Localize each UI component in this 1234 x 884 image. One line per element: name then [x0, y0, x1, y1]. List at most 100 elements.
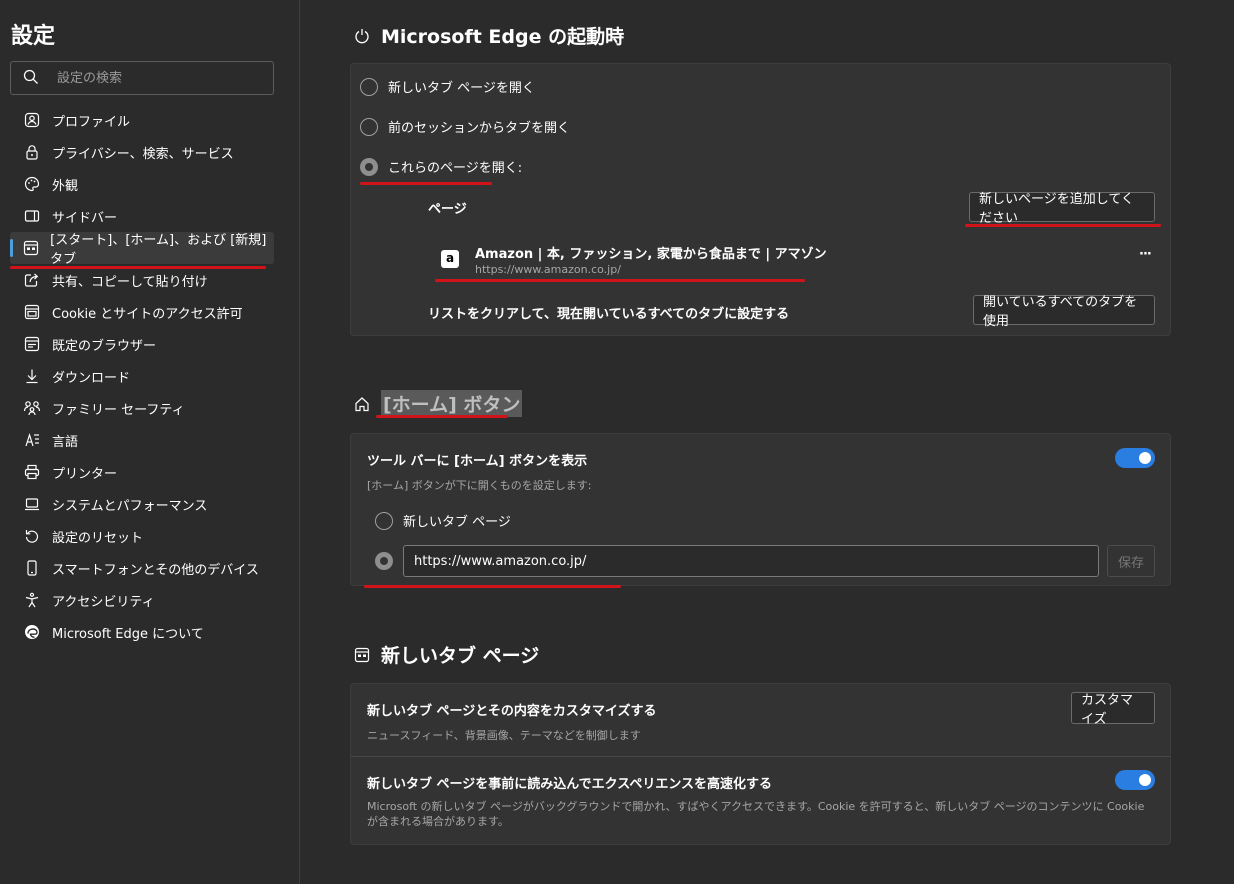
nav-item-default-browser[interactable]: 既定のブラウザー	[10, 328, 274, 360]
nav-label: 外観	[52, 178, 79, 194]
annotation-underline	[965, 224, 1161, 227]
settings-main: Microsoft Edge の起動時 新しいタブ ページを開く 前のセッション…	[300, 0, 1234, 884]
nav-label: 既定のブラウザー	[52, 338, 157, 354]
settings-sidebar: 設定 プロファイル プライバシー、検索、サービス 外観 サイドバー [スタート]…	[0, 0, 300, 884]
option-label: 前のセッションからタブを開く	[388, 121, 571, 136]
save-button[interactable]: 保存	[1107, 545, 1155, 577]
radio-button[interactable]	[375, 511, 393, 530]
startup-option-specific-pages[interactable]: これらのページを開く:	[360, 157, 522, 176]
use-all-tabs-button[interactable]: 開いているすべてのタブを使用	[973, 295, 1155, 329]
page-url: https://www.amazon.co.jp/	[475, 263, 621, 276]
option-label: 新しいタブ ページ	[403, 515, 511, 530]
profile-icon	[22, 110, 42, 130]
nav-label: 言語	[52, 434, 79, 450]
customize-description: ニュースフィード、背景画像、テーマなどを制御します	[367, 729, 641, 742]
phone-icon	[22, 558, 42, 578]
sidebar-icon	[22, 206, 42, 226]
page-title: Amazon | 本, ファッション, 家電から食品まで | アマゾン	[475, 247, 827, 262]
clear-list-label: リストをクリアして、現在開いているすべてのタブに設定する	[428, 307, 790, 322]
sidebar-title: 設定	[11, 24, 56, 49]
nav-label: アクセシビリティ	[52, 594, 155, 610]
home-option-newtab[interactable]: 新しいタブ ページ	[375, 511, 511, 530]
power-icon	[352, 26, 372, 46]
startup-title: Microsoft Edge の起動時	[381, 26, 625, 48]
radio-button-selected[interactable]	[375, 552, 393, 570]
nav-item-about-edge[interactable]: Microsoft Edge について	[10, 616, 274, 648]
family-icon	[22, 398, 42, 418]
nav-item-profile[interactable]: プロファイル	[10, 104, 274, 136]
customize-label: 新しいタブ ページとその内容をカスタマイズする	[367, 704, 657, 719]
home-icon	[352, 394, 372, 414]
nav-item-family-safety[interactable]: ファミリー セーフティ	[10, 392, 274, 424]
nav-label: ダウンロード	[52, 370, 131, 386]
laptop-icon	[22, 494, 42, 514]
nav-label: システムとパフォーマンス	[52, 498, 208, 514]
nav-label: プロファイル	[52, 114, 131, 130]
nav-label: サイドバー	[52, 210, 118, 226]
annotation-underline	[435, 279, 805, 282]
preload-toggle[interactable]	[1115, 770, 1155, 790]
nav-label: ファミリー セーフティ	[52, 402, 185, 418]
lock-icon	[22, 142, 42, 162]
newtab-icon	[352, 645, 372, 665]
nav-item-privacy[interactable]: プライバシー、検索、サービス	[10, 136, 274, 168]
nav-label: Microsoft Edge について	[52, 626, 204, 642]
startup-option-newtab[interactable]: 新しいタブ ページを開く	[360, 77, 535, 96]
customize-button[interactable]: カスタマイズ	[1071, 692, 1155, 727]
home-description: [ホーム] ボタンが下に開くものを設定します:	[367, 479, 592, 492]
home-title: [ホーム] ボタン	[381, 390, 523, 417]
startup-option-previous-session[interactable]: 前のセッションからタブを開く	[360, 117, 570, 136]
radio-button[interactable]	[360, 117, 378, 136]
nav-label: Cookie とサイトのアクセス許可	[52, 306, 243, 322]
show-home-button-toggle[interactable]	[1115, 448, 1155, 468]
nav-item-accessibility[interactable]: アクセシビリティ	[10, 584, 274, 616]
nav-label: [スタート]、[ホーム]、および [新規] タブ	[50, 233, 267, 267]
search-input[interactable]	[55, 68, 259, 88]
annotation-underline	[10, 266, 266, 269]
newtab-section-header: 新しいタブ ページ	[352, 641, 539, 668]
nav-item-cookies[interactable]: Cookie とサイトのアクセス許可	[10, 296, 274, 328]
home-section-header: [ホーム] ボタン	[352, 390, 523, 417]
nav-item-reset[interactable]: 設定のリセット	[10, 520, 274, 552]
option-label: 新しいタブ ページを開く	[388, 81, 535, 96]
divider	[351, 756, 1170, 757]
home-card: ツール バーに [ホーム] ボタンを表示 [ホーム] ボタンが下に開くものを設定…	[350, 433, 1171, 588]
share-icon	[22, 270, 42, 290]
edge-logo-icon	[22, 622, 42, 642]
preload-description: Microsoft の新しいタブ ページがバックグラウンドで開かれ、すばやくアク…	[367, 800, 1145, 828]
nav-label: プライバシー、検索、サービス	[52, 146, 234, 162]
browser-icon	[22, 334, 42, 354]
show-home-button-label: ツール バーに [ホーム] ボタンを表示	[367, 454, 588, 469]
newtab-title: 新しいタブ ページ	[381, 645, 540, 667]
accessibility-icon	[22, 590, 42, 610]
nav-item-system[interactable]: システムとパフォーマンス	[10, 488, 274, 520]
reset-icon	[22, 526, 42, 546]
home-url-input[interactable]: https://www.amazon.co.jp/	[403, 545, 1099, 577]
nav-label: 共有、コピーして貼り付け	[52, 274, 208, 290]
nav-item-start-home-newtab[interactable]: [スタート]、[ホーム]、および [新規] タブ	[10, 232, 274, 267]
nav-item-downloads[interactable]: ダウンロード	[10, 360, 274, 392]
startup-section-header: Microsoft Edge の起動時	[352, 22, 624, 49]
settings-nav: プロファイル プライバシー、検索、サービス 外観 サイドバー [スタート]、[ホ…	[10, 104, 274, 648]
nav-item-phone-devices[interactable]: スマートフォンとその他のデバイス	[10, 552, 274, 584]
annotation-underline	[360, 182, 492, 185]
preload-label: 新しいタブ ページを事前に読み込んでエクスペリエンスを高速化する	[367, 777, 773, 792]
nav-label: 設定のリセット	[52, 530, 144, 546]
annotation-underline	[364, 585, 621, 588]
more-options-icon[interactable]: ···	[1139, 247, 1152, 262]
cookie-icon	[22, 302, 42, 322]
nav-item-appearance[interactable]: 外観	[10, 168, 274, 200]
language-icon	[22, 430, 42, 450]
amazon-favicon-icon: a	[441, 250, 459, 268]
add-page-button[interactable]: 新しいページを追加してください	[969, 192, 1155, 226]
nav-item-printers[interactable]: プリンター	[10, 456, 274, 488]
radio-button-selected[interactable]	[360, 157, 378, 176]
newtab-card: 新しいタブ ページとその内容をカスタマイズする ニュースフィード、背景画像、テー…	[350, 683, 1171, 845]
annotation-underline	[376, 415, 508, 418]
home-option-url[interactable]	[375, 552, 403, 570]
settings-search-box[interactable]	[10, 61, 274, 95]
nav-item-sidebar[interactable]: サイドバー	[10, 200, 274, 232]
nav-item-languages[interactable]: 言語	[10, 424, 274, 456]
radio-button[interactable]	[360, 77, 378, 96]
option-label: これらのページを開く:	[388, 161, 523, 176]
